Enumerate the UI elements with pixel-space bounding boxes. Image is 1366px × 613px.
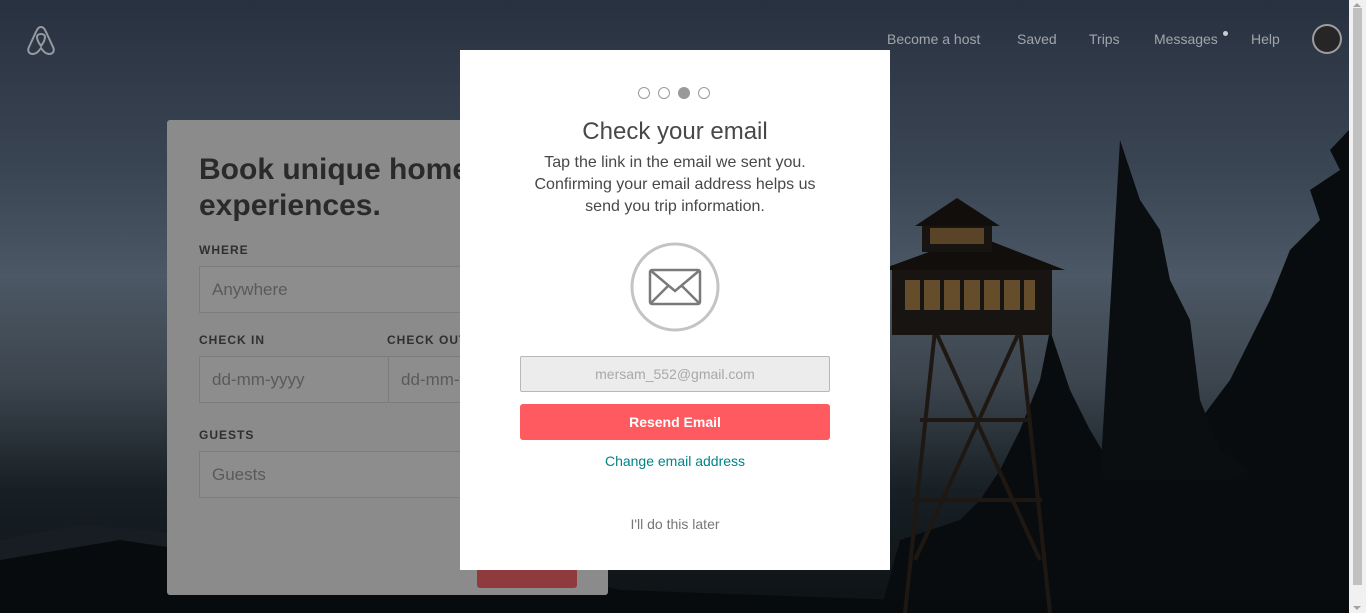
- page-scrollbar[interactable]: [1349, 0, 1366, 613]
- check-in-label: CHECK IN: [199, 333, 266, 347]
- step-dot-1: [638, 87, 650, 99]
- nav-trips[interactable]: Trips: [1089, 31, 1120, 47]
- change-email-link[interactable]: Change email address: [460, 453, 890, 469]
- check-in-input[interactable]: dd-mm-yyyy: [199, 356, 389, 403]
- guests-label: GUESTS: [199, 428, 255, 442]
- nav-messages[interactable]: Messages: [1154, 31, 1218, 47]
- do-this-later-link[interactable]: I'll do this later: [460, 516, 890, 532]
- nav-become-a-host[interactable]: Become a host: [887, 31, 980, 47]
- nav-help[interactable]: Help: [1251, 31, 1280, 47]
- step-dot-4: [698, 87, 710, 99]
- scroll-down-arrow-icon[interactable]: [1353, 606, 1361, 610]
- user-avatar[interactable]: [1312, 24, 1342, 54]
- step-dot-2: [658, 87, 670, 99]
- resend-email-button[interactable]: Resend Email: [520, 404, 830, 440]
- verify-email-modal: Check your email Tap the link in the ema…: [460, 50, 890, 570]
- where-label: WHERE: [199, 243, 249, 257]
- check-out-label: CHECK OUT: [387, 333, 468, 347]
- modal-description: Tap the link in the email we sent you. C…: [534, 154, 816, 215]
- messages-unread-dot: [1223, 31, 1228, 36]
- modal-title: Check your email: [582, 118, 768, 145]
- nav-saved[interactable]: Saved: [1017, 31, 1057, 47]
- search-button[interactable]: [477, 568, 577, 588]
- step-dot-3-active: [678, 87, 690, 99]
- scroll-thumb[interactable]: [1353, 8, 1362, 585]
- email-field[interactable]: [520, 356, 830, 392]
- scroll-up-arrow-icon[interactable]: [1353, 3, 1361, 7]
- airbnb-logo-icon[interactable]: [26, 24, 56, 56]
- envelope-icon: [630, 242, 720, 332]
